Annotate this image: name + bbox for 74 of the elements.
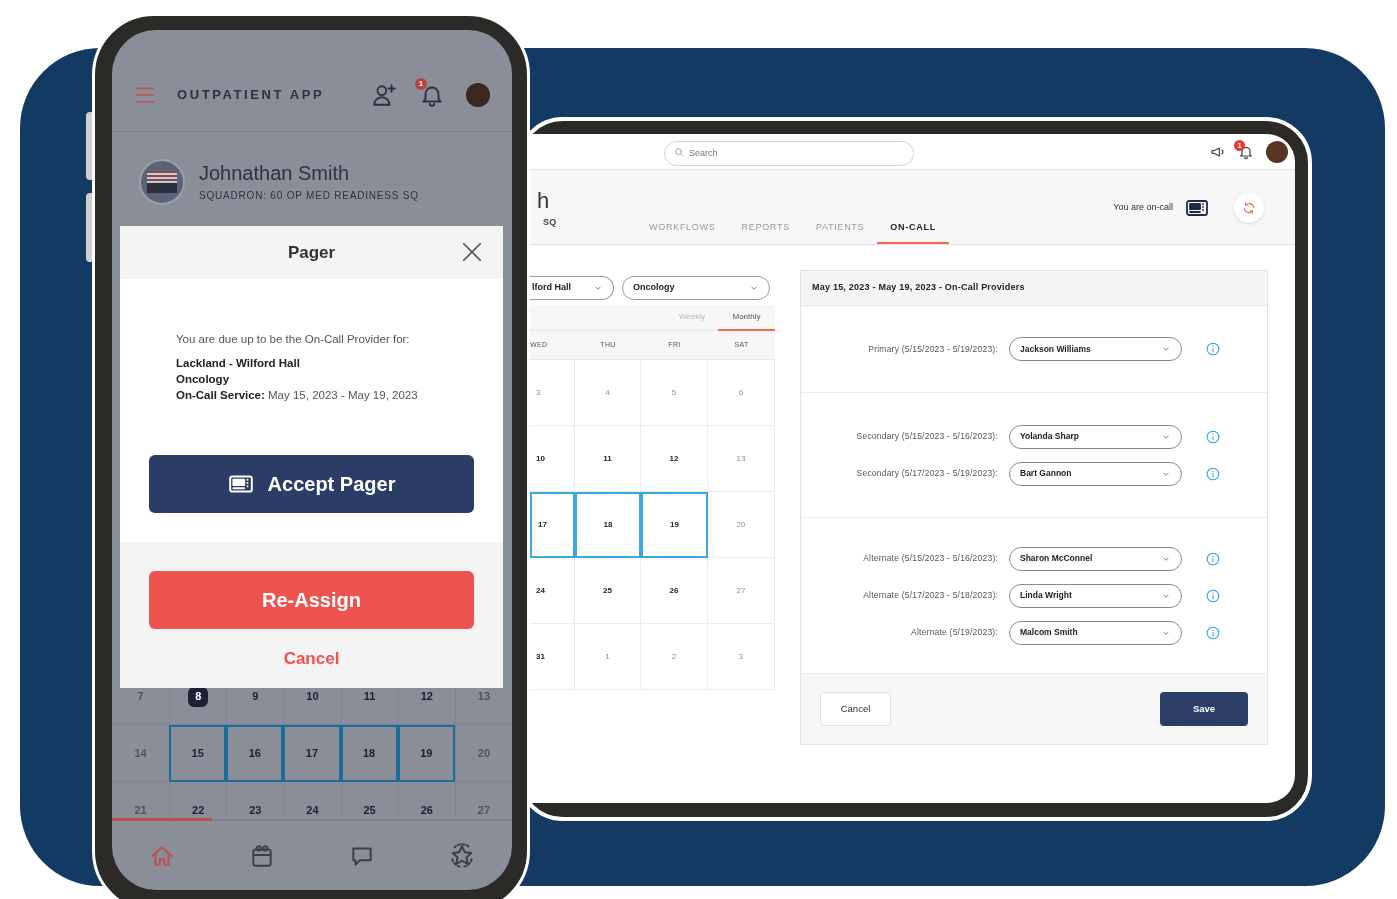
- provider-select[interactable]: Sharon McConnel: [1009, 546, 1182, 571]
- search-field[interactable]: Search: [664, 140, 914, 166]
- close-icon[interactable]: [461, 241, 483, 263]
- squadron-label: SQUADRON: 60 OP MED READINESS SQ: [199, 189, 419, 203]
- provider-label: Secondary (5/15/2023 - 5/16/2023):: [855, 430, 998, 443]
- calendar-day[interactable]: 2: [641, 624, 708, 690]
- accept-pager-button[interactable]: Accept Pager: [149, 455, 474, 513]
- add-user-icon[interactable]: [371, 81, 397, 108]
- cancel-button[interactable]: Cancel: [820, 692, 891, 726]
- star-badge-icon[interactable]: [449, 843, 475, 869]
- calendar-icon[interactable]: [249, 843, 275, 869]
- squadron-fragment: SQ: [543, 216, 558, 229]
- calendar-day[interactable]: 25: [575, 558, 641, 624]
- filter-dropdown[interactable]: Oncology: [622, 276, 770, 300]
- calendar-day[interactable]: 3: [708, 624, 775, 690]
- notification-badge: 1: [1234, 139, 1245, 151]
- calendar-day[interactable]: 18: [340, 725, 398, 782]
- panel-title: May 15, 2023 - May 19, 2023 - On-Call Providers: [812, 281, 1025, 295]
- search-icon: [674, 146, 684, 157]
- calendar-day[interactable]: 13: [708, 426, 775, 492]
- info-icon[interactable]: [1206, 429, 1220, 444]
- user-name: Johnathan Smith: [199, 161, 351, 186]
- calendar-day[interactable]: 26: [641, 558, 708, 624]
- info-icon[interactable]: [1206, 625, 1220, 640]
- refresh-button[interactable]: [1234, 193, 1264, 223]
- info-icon[interactable]: [1206, 466, 1220, 481]
- provider-label: Alternate (5/19/2023):: [910, 626, 998, 639]
- provider-select[interactable]: Malcom Smith: [1009, 620, 1182, 645]
- calendar-day[interactable]: 17: [283, 725, 341, 782]
- calendar-day[interactable]: 11: [575, 426, 641, 492]
- calendar-day[interactable]: 4: [575, 360, 641, 426]
- info-icon[interactable]: [1206, 551, 1220, 566]
- provider-label: Primary (5/15/2023 - 5/19/2023):: [867, 342, 998, 356]
- notification-badge: 1: [415, 77, 427, 90]
- calendar-day[interactable]: 19: [641, 492, 708, 558]
- nav-tab[interactable]: WORKFLOWS: [636, 214, 729, 244]
- on-call-status: You are on-call: [1113, 201, 1173, 215]
- provider-select[interactable]: Bart Gannon: [1009, 461, 1182, 486]
- calendar-day[interactable]: 12: [641, 426, 708, 492]
- calendar-day[interactable]: 16: [226, 725, 284, 782]
- avatar[interactable]: [466, 82, 490, 107]
- nav-tab[interactable]: REPORTS: [728, 214, 803, 244]
- app-title: OUTPATIENT APP: [177, 85, 325, 104]
- calendar-day[interactable]: 17: [530, 492, 575, 558]
- dialog-message: You are due up to be the On-Call Provider for:: [176, 332, 411, 347]
- provider-select[interactable]: Yolanda Sharp: [1009, 424, 1182, 449]
- provider-label: Secondary (5/17/2023 - 5/19/2023):: [855, 467, 998, 480]
- provider-select[interactable]: Jackson Williams: [1009, 337, 1182, 361]
- detail-line: Oncology: [176, 372, 231, 388]
- save-button[interactable]: Save: [1160, 692, 1248, 726]
- info-icon[interactable]: [1206, 588, 1220, 603]
- provider-label: Alternate (5/17/2023 - 5/18/2023):: [862, 589, 998, 602]
- info-icon[interactable]: [1206, 342, 1220, 356]
- emblem-icon: [139, 159, 185, 205]
- detail-line: On-Call Service: May 15, 2023 - May 19, 2023: [176, 388, 419, 404]
- calendar-day[interactable]: 6: [708, 360, 775, 426]
- provider-label: Alternate (5/15/2023 - 5/16/2023):: [862, 552, 998, 565]
- provider-select[interactable]: Linda Wright: [1009, 583, 1182, 608]
- user-name-fragment: h: [537, 190, 551, 212]
- avatar[interactable]: [1266, 140, 1288, 163]
- calendar-day[interactable]: 1: [575, 624, 641, 690]
- reassign-button[interactable]: Re-Assign: [149, 571, 474, 629]
- filter-dropdown[interactable]: lford Hall: [530, 276, 614, 300]
- calendar-day[interactable]: 15: [169, 725, 227, 782]
- calendar-day[interactable]: 5: [641, 360, 708, 426]
- refresh-icon: [1242, 201, 1256, 215]
- dialog-title: Pager: [287, 241, 336, 264]
- nav-tab[interactable]: ON-CALL: [877, 214, 949, 244]
- nav-tab[interactable]: PATIENTS: [802, 214, 878, 244]
- calendar-day[interactable]: 19: [397, 725, 455, 782]
- calendar-day[interactable]: 20: [708, 492, 775, 558]
- calendar-day[interactable]: 18: [575, 492, 641, 558]
- calendar-day[interactable]: 27: [708, 558, 775, 624]
- detail-line: Lackland - Wilford Hall: [176, 356, 301, 372]
